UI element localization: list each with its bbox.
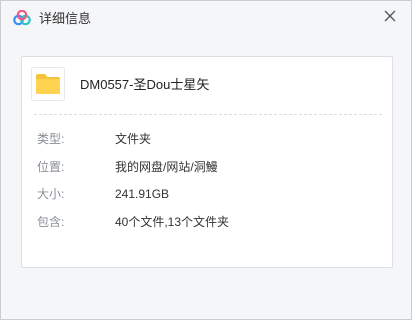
location-label: 位置:	[37, 160, 65, 174]
detail-row-size: 大小: 241.91GB	[22, 184, 392, 204]
detail-row-location: 位置: 我的网盘/网站/洞鰻	[22, 157, 392, 177]
file-details-dialog: 详细信息 DM0557-圣Dou士星矢 类型: 文件夹 位置: 我的网盘/网站/…	[0, 0, 412, 320]
location-value: 我的网盘/网站/洞鰻	[115, 160, 218, 174]
detail-row-contains: 包含: 40个文件,13个文件夹	[22, 212, 392, 232]
size-value: 241.91GB	[115, 187, 170, 201]
dialog-title: 详细信息	[39, 11, 92, 26]
type-value: 文件夹	[115, 132, 152, 146]
baidu-netdisk-logo-icon	[13, 10, 31, 26]
type-label: 类型:	[37, 132, 65, 146]
contains-value: 40个文件,13个文件夹	[115, 215, 230, 229]
title-bar: 详细信息	[1, 1, 411, 37]
contains-label: 包含:	[37, 215, 65, 229]
file-name: DM0557-圣Dou士星矢	[80, 77, 210, 92]
details-panel: DM0557-圣Dou士星矢 类型: 文件夹 位置: 我的网盘/网站/洞鰻 大小…	[21, 56, 393, 268]
size-label: 大小:	[37, 187, 65, 201]
divider	[34, 114, 382, 115]
folder-icon	[36, 74, 60, 94]
close-icon[interactable]	[379, 5, 401, 27]
file-header: DM0557-圣Dou士星矢	[22, 57, 392, 114]
detail-row-type: 类型: 文件夹	[22, 129, 392, 149]
file-thumbnail	[31, 67, 65, 101]
